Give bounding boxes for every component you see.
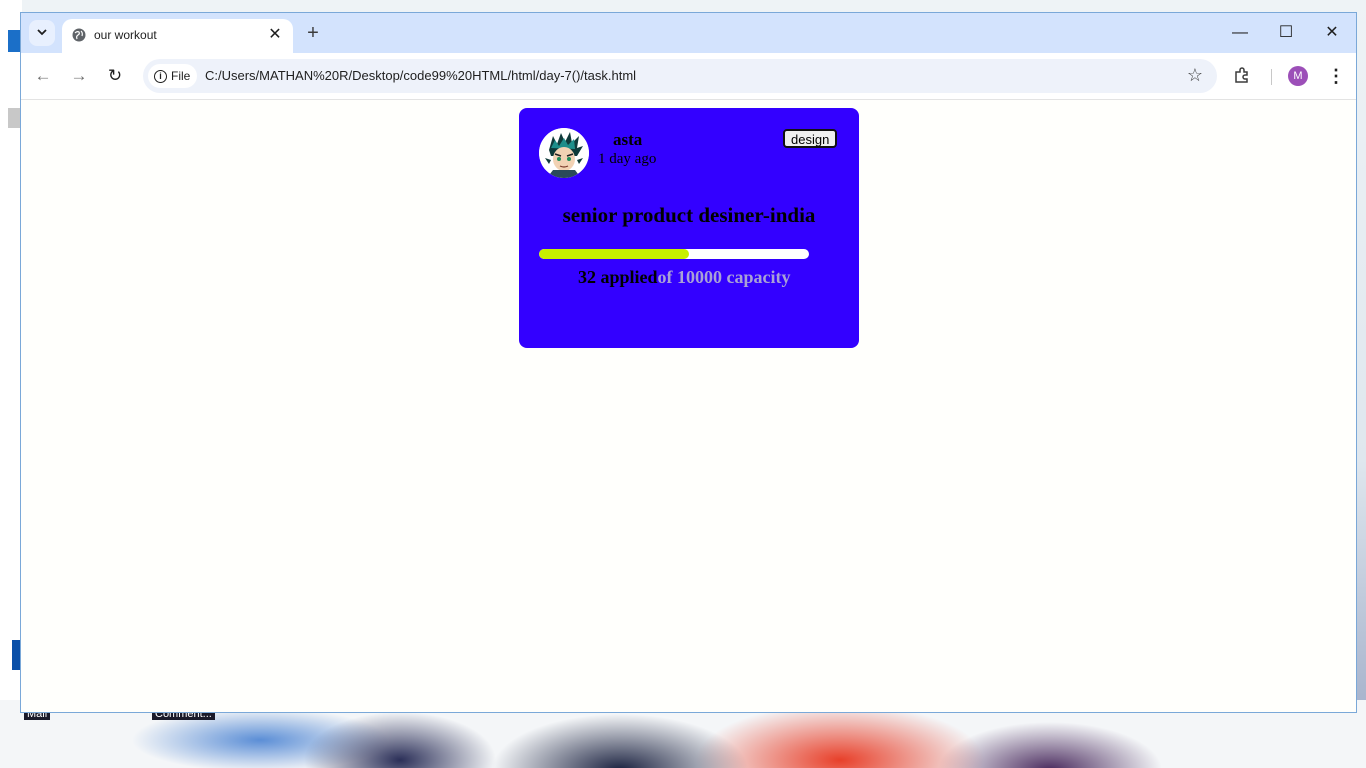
profile-avatar[interactable]: M bbox=[1288, 66, 1308, 86]
info-icon: i bbox=[154, 69, 167, 83]
post-time: 1 day ago bbox=[598, 151, 657, 167]
applied-count: 32 applied bbox=[578, 267, 658, 287]
bookmark-star-icon[interactable]: ☆ bbox=[1187, 65, 1203, 86]
more-menu-icon[interactable]: ⋮ bbox=[1327, 64, 1345, 88]
back-button[interactable]: ← bbox=[31, 64, 55, 88]
globe-icon bbox=[72, 28, 86, 42]
application-stats: 32 appliedof 10000 capacity bbox=[578, 267, 791, 288]
new-tab-button[interactable]: + bbox=[301, 21, 325, 45]
forward-button[interactable]: → bbox=[67, 64, 91, 88]
design-tag-button[interactable]: design bbox=[783, 129, 838, 148]
browser-toolbar: ← → ↻ i File C:/Users/MATHAN%20R/Desktop… bbox=[21, 53, 1356, 100]
extensions-icon[interactable] bbox=[1233, 66, 1253, 86]
url-text[interactable]: C:/Users/MATHAN%20R/Desktop/code99%20HTM… bbox=[205, 68, 636, 83]
site-info-chip[interactable]: i File bbox=[148, 64, 197, 88]
site-info-label: File bbox=[171, 69, 191, 83]
close-window-button[interactable]: ✕ bbox=[1309, 21, 1355, 45]
job-card: asta 1 day ago design senior product des… bbox=[519, 108, 859, 348]
arrow-left-icon: ← bbox=[34, 66, 52, 85]
tab-strip: our workout ✕ + — ☐ ✕ bbox=[21, 13, 1356, 53]
tab-search-button[interactable] bbox=[29, 20, 55, 46]
capacity-text: of 10000 capacity bbox=[657, 267, 791, 287]
reload-button[interactable]: ↻ bbox=[103, 64, 127, 88]
job-title: senior product desiner-india bbox=[562, 203, 816, 227]
avatar bbox=[539, 128, 589, 178]
minimize-button[interactable]: — bbox=[1217, 21, 1263, 45]
tab-title: our workout bbox=[94, 28, 157, 42]
progress-fill bbox=[539, 249, 690, 259]
page-viewport: asta 1 day ago design senior product des… bbox=[21, 100, 1356, 712]
toolbar-divider bbox=[1271, 69, 1272, 85]
reload-icon: ↻ bbox=[107, 66, 123, 85]
browser-window: our workout ✕ + — ☐ ✕ ← → ↻ i File C:/Us… bbox=[20, 12, 1357, 713]
browser-tab[interactable]: our workout ✕ bbox=[62, 19, 293, 53]
arrow-right-icon: → bbox=[70, 66, 88, 85]
desktop-left-edge bbox=[0, 0, 22, 700]
address-bar[interactable]: i File C:/Users/MATHAN%20R/Desktop/code9… bbox=[143, 59, 1217, 93]
chevron-down-icon bbox=[37, 26, 47, 40]
username: asta bbox=[613, 130, 643, 149]
maximize-button[interactable]: ☐ bbox=[1263, 21, 1309, 45]
close-tab-icon[interactable]: ✕ bbox=[265, 25, 285, 45]
capacity-progress-bar bbox=[539, 249, 809, 259]
